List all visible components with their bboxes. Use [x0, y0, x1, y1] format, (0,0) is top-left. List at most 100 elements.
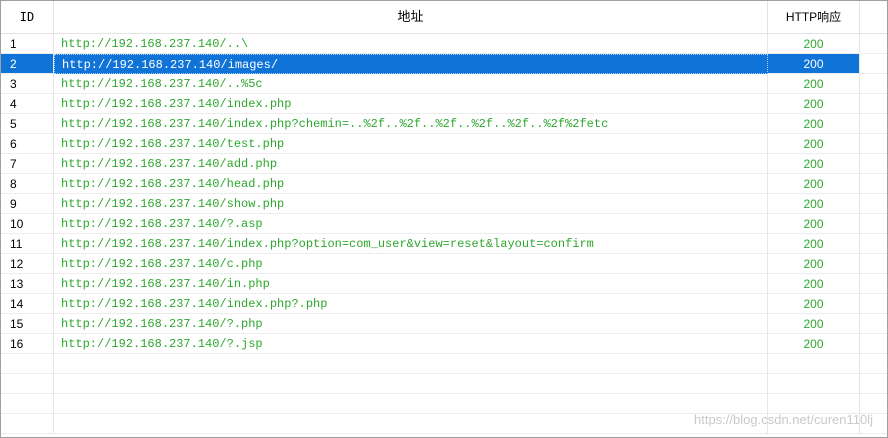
cell-filler — [860, 254, 887, 274]
cell-url: http://192.168.237.140/index.php?option=… — [54, 234, 768, 254]
cell-filler — [860, 194, 887, 214]
cell-id: 10 — [1, 214, 54, 234]
cell-http: 200 — [768, 54, 860, 74]
cell-url: http://192.168.237.140/?.jsp — [54, 334, 768, 354]
cell-id: 8 — [1, 174, 54, 194]
cell-filler — [860, 334, 887, 354]
table-row[interactable]: 12 http://192.168.237.140/c.php 200 — [1, 254, 887, 274]
cell-filler — [860, 154, 887, 174]
table-row[interactable]: 6 http://192.168.237.140/test.php 200 — [1, 134, 887, 154]
table-row[interactable]: 7 http://192.168.237.140/add.php 200 — [1, 154, 887, 174]
cell-id: 7 — [1, 154, 54, 174]
cell-url: http://192.168.237.140/in.php — [54, 274, 768, 294]
cell-filler — [860, 134, 887, 154]
cell-id: 16 — [1, 334, 54, 354]
cell-url: http://192.168.237.140/add.php — [54, 154, 768, 174]
cell-http: 200 — [768, 94, 860, 114]
table-row[interactable]: 4 http://192.168.237.140/index.php 200 — [1, 94, 887, 114]
cell-filler — [860, 114, 887, 134]
cell-id: 13 — [1, 274, 54, 294]
cell-filler — [860, 54, 887, 74]
cell-url: http://192.168.237.140/test.php — [54, 134, 768, 154]
cell-url: http://192.168.237.140/index.php?.php — [54, 294, 768, 314]
cell-http: 200 — [768, 314, 860, 334]
cell-url — [54, 374, 768, 394]
cell-http: 200 — [768, 114, 860, 134]
cell-url: http://192.168.237.140/index.php?chemin=… — [54, 114, 768, 134]
cell-url: http://192.168.237.140/?.asp — [54, 214, 768, 234]
cell-filler — [860, 374, 887, 394]
cell-http: 200 — [768, 294, 860, 314]
cell-filler — [860, 94, 887, 114]
table-row[interactable]: 3 http://192.168.237.140/..%5c 200 — [1, 74, 887, 94]
cell-url: http://192.168.237.140/..\ — [54, 34, 768, 54]
cell-id — [1, 414, 54, 434]
cell-filler — [860, 354, 887, 374]
cell-id — [1, 374, 54, 394]
cell-url — [54, 414, 768, 434]
cell-id — [1, 394, 54, 414]
cell-id: 3 — [1, 74, 54, 94]
cell-filler — [860, 274, 887, 294]
cell-id: 12 — [1, 254, 54, 274]
cell-filler — [860, 74, 887, 94]
cell-http: 200 — [768, 274, 860, 294]
cell-http — [768, 374, 860, 394]
cell-id: 2 — [1, 54, 54, 74]
cell-filler — [860, 314, 887, 334]
table-row[interactable]: 13 http://192.168.237.140/in.php 200 — [1, 274, 887, 294]
column-header-http[interactable]: HTTP响应 — [768, 1, 860, 33]
cell-id: 1 — [1, 34, 54, 54]
table-row[interactable]: 10 http://192.168.237.140/?.asp 200 — [1, 214, 887, 234]
column-header-url[interactable]: 地址 — [54, 1, 768, 33]
cell-http: 200 — [768, 174, 860, 194]
cell-id: 14 — [1, 294, 54, 314]
table-row[interactable]: 8 http://192.168.237.140/head.php 200 — [1, 174, 887, 194]
empty-table-row — [1, 394, 887, 414]
empty-table-row — [1, 374, 887, 394]
empty-table-row — [1, 354, 887, 374]
column-header-id[interactable]: ID — [1, 1, 54, 33]
cell-url: http://192.168.237.140/head.php — [54, 174, 768, 194]
table-row[interactable]: 2 http://192.168.237.140/images/200 — [1, 54, 887, 74]
table-header: ID 地址 HTTP响应 — [1, 1, 887, 34]
cell-http: 200 — [768, 334, 860, 354]
cell-http: 200 — [768, 74, 860, 94]
table-row[interactable]: 5 http://192.168.237.140/index.php?chemin… — [1, 114, 887, 134]
cell-id: 9 — [1, 194, 54, 214]
cell-http — [768, 394, 860, 414]
cell-http: 200 — [768, 194, 860, 214]
cell-url — [54, 394, 768, 414]
table-row[interactable]: 9 http://192.168.237.140/show.php 200 — [1, 194, 887, 214]
cell-url: http://192.168.237.140/c.php — [54, 254, 768, 274]
cell-url: http://192.168.237.140/index.php — [54, 94, 768, 114]
cell-http: 200 — [768, 234, 860, 254]
table-row[interactable]: 14 http://192.168.237.140/index.php?.php 2… — [1, 294, 887, 314]
cell-filler — [860, 34, 887, 54]
table-row[interactable]: 1 http://192.168.237.140/..\ 200 — [1, 34, 887, 54]
cell-http: 200 — [768, 154, 860, 174]
cell-id: 5 — [1, 114, 54, 134]
cell-http: 200 — [768, 254, 860, 274]
cell-filler — [860, 234, 887, 254]
table-row[interactable]: 11 http://192.168.237.140/index.php?optio… — [1, 234, 887, 254]
watermark: https://blog.csdn.net/curen110lj — [694, 412, 873, 427]
table-row[interactable]: 16 http://192.168.237.140/?.jsp 200 — [1, 334, 887, 354]
cell-filler — [860, 394, 887, 414]
cell-http — [768, 354, 860, 374]
cell-url — [54, 354, 768, 374]
cell-url: http://192.168.237.140/images/ — [54, 54, 768, 74]
cell-id: 4 — [1, 94, 54, 114]
cell-url: http://192.168.237.140/?.php — [54, 314, 768, 334]
cell-http: 200 — [768, 34, 860, 54]
cell-id: 6 — [1, 134, 54, 154]
cell-id: 11 — [1, 234, 54, 254]
results-table: ID 地址 HTTP响应 1 http://192.168.237.140/..\… — [0, 0, 888, 438]
cell-url: http://192.168.237.140/show.php — [54, 194, 768, 214]
cell-http: 200 — [768, 134, 860, 154]
cell-filler — [860, 214, 887, 234]
cell-filler — [860, 294, 887, 314]
cell-id — [1, 354, 54, 374]
table-row[interactable]: 15 http://192.168.237.140/?.php 200 — [1, 314, 887, 334]
table-body: 1 http://192.168.237.140/..\ 200 2 http://19… — [1, 34, 887, 434]
